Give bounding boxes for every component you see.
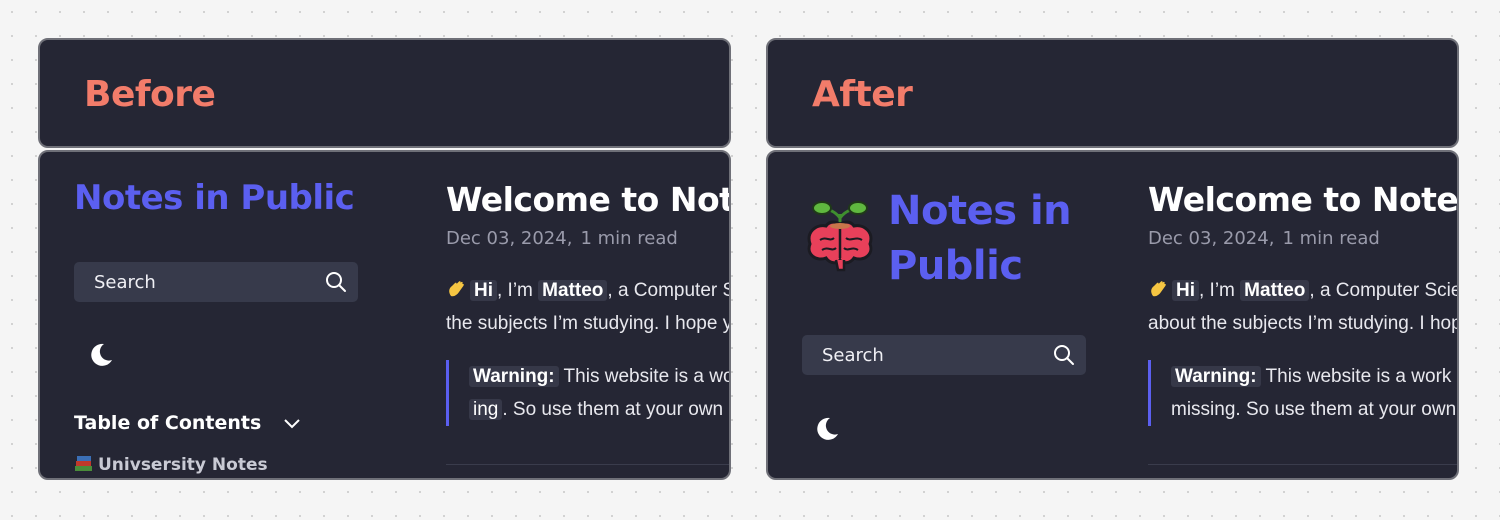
intro-line2: about the subjects I’m studying. I hope …: [1148, 313, 1457, 334]
brain-sprout-logo-icon: [807, 201, 873, 272]
site-title-line2: Public: [888, 243, 1023, 289]
site-title[interactable]: Notes in Public: [888, 184, 1072, 294]
article-meta: Dec 03, 2024, 1 min read: [446, 228, 678, 249]
moon-icon[interactable]: [86, 340, 116, 370]
intro-prefix: , I’m: [1199, 280, 1241, 301]
waving-hand-icon: [1151, 281, 1166, 297]
article-intro: Hi, I’m Matteo, a Computer Science stude…: [446, 274, 729, 340]
search-label: Search: [822, 345, 884, 366]
article-date: Dec 03, 2024,: [1148, 228, 1275, 249]
article-title: Welcome to Notes in Public: [1148, 180, 1459, 219]
before-label-card: Before: [38, 38, 731, 148]
warning-label: Warning:: [469, 366, 559, 387]
article-intro: Hi, I’m Matteo, a Computer Science stude…: [1148, 274, 1457, 340]
article-read-time: 1 min read: [1282, 228, 1380, 249]
site-title-line1: Notes in: [888, 188, 1072, 234]
site-title[interactable]: Notes in Public: [74, 178, 355, 218]
warning-line2: missing. So use them at your own risk.: [1171, 399, 1457, 420]
article-meta: Dec 03, 2024, 1 min read: [1148, 228, 1380, 249]
toc-item-label: Univsersity Notes: [98, 455, 268, 475]
name-chip: Matteo: [538, 280, 608, 301]
article-read-time: 1 min read: [580, 228, 678, 249]
toc-toggle[interactable]: Table of Contents: [74, 412, 302, 434]
waving-hand-icon: [449, 281, 464, 297]
warning-line2: . So use them at your own risk.: [502, 399, 729, 420]
warning-line1: This website is a work in progress: [563, 366, 729, 387]
moon-icon[interactable]: [812, 414, 842, 444]
name-chip: Matteo: [1240, 280, 1310, 301]
before-screenshot-card: Notes in Public Search Table of Contents…: [38, 150, 731, 480]
intro-prefix: , I’m: [497, 280, 539, 301]
intro-suffix: , a Computer Science student: [607, 280, 729, 301]
search-button[interactable]: Search: [802, 335, 1086, 375]
after-label-card: After: [766, 38, 1459, 148]
search-icon: [1054, 345, 1074, 365]
toc-item-university-notes[interactable]: Univsersity Notes: [74, 454, 268, 475]
search-label: Search: [94, 272, 156, 293]
warning-label: Warning:: [1171, 366, 1261, 387]
after-label: After: [812, 74, 913, 115]
books-icon: [75, 456, 92, 471]
hi-chip: Hi: [1172, 280, 1199, 301]
before-label: Before: [84, 74, 216, 115]
search-icon: [326, 272, 346, 292]
after-screenshot-card: Notes in Public Search Welcome to Notes …: [766, 150, 1459, 480]
intro-suffix: , a Computer Science student: [1309, 280, 1457, 301]
toc-heading: Table of Contents: [74, 412, 262, 434]
warning-callout: Warning: This website is a work in progr…: [1148, 360, 1457, 426]
warning-callout: Warning: This website is a work in progr…: [446, 360, 729, 426]
warning-text: Warning: This website is a work in progr…: [1171, 360, 1457, 426]
chevron-down-icon: [284, 418, 300, 428]
warning-text: Warning: This website is a work in progr…: [469, 360, 729, 426]
hi-chip: Hi: [470, 280, 497, 301]
article-date: Dec 03, 2024,: [446, 228, 573, 249]
article-title: Welcome to Notes in Public: [446, 180, 729, 219]
intro-line2: the subjects I’m studying. I hope you en…: [446, 313, 729, 334]
warning-line2-chip: ing: [469, 399, 503, 420]
warning-line1: This website is a work in progress: [1265, 366, 1457, 387]
search-button[interactable]: Search: [74, 262, 358, 302]
article-divider: [1148, 464, 1457, 465]
article-divider: [446, 464, 729, 465]
